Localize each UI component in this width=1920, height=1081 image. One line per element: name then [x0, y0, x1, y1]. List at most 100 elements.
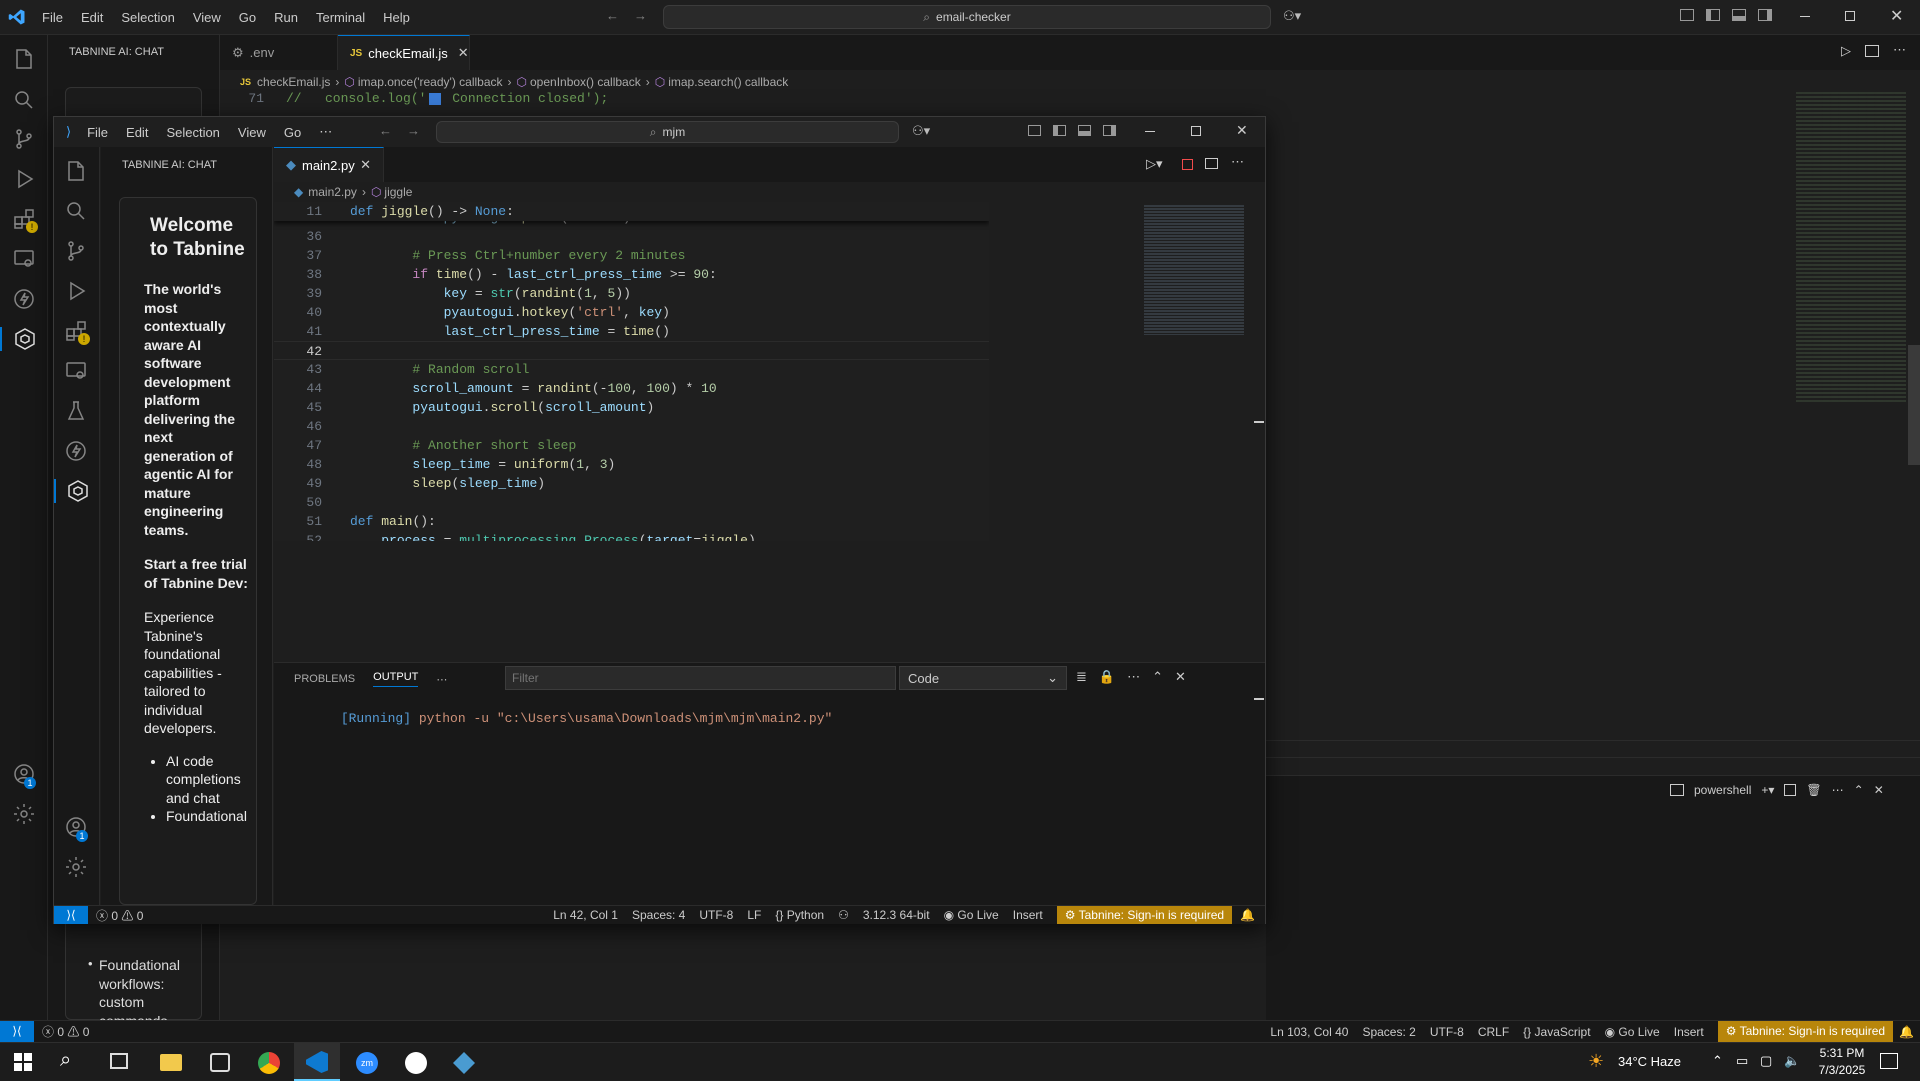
windows-start-icon[interactable]	[14, 1053, 32, 1071]
word-wrap-icon[interactable]: ≣	[1076, 669, 1087, 685]
menu-view[interactable]: View	[193, 10, 221, 25]
sticky-scroll-line[interactable]: 11 def jiggle() -> None:	[274, 202, 989, 221]
command-center-search[interactable]: ⌕ email-checker	[663, 5, 1271, 29]
run-debug-icon[interactable]	[12, 167, 36, 191]
more-panel-tabs-icon[interactable]: ⋯	[436, 673, 447, 686]
testing-flask-icon[interactable]	[64, 399, 88, 423]
restore-icon[interactable]	[1845, 11, 1855, 21]
tab-output[interactable]: OUTPUT	[373, 671, 419, 687]
output-filter-input[interactable]	[505, 666, 896, 690]
remote-indicator-icon[interactable]: ⟩⟨	[54, 906, 88, 924]
problems-indicator[interactable]: ⓧ 0 ⚠ 0	[96, 907, 143, 924]
language-mode[interactable]: {} Python	[775, 908, 824, 922]
go-live[interactable]: ◉ Go Live	[1605, 1025, 1660, 1039]
search-icon[interactable]: ⌕	[60, 1049, 71, 1072]
notification-center-icon[interactable]	[1880, 1053, 1898, 1069]
remote-explorer-icon[interactable]	[64, 359, 88, 383]
menu-selection[interactable]: Selection	[121, 10, 174, 25]
weather-text[interactable]: 34°C Haze	[1618, 1054, 1681, 1069]
breadcrumb-item[interactable]: openInbox() callback	[530, 75, 641, 89]
more-actions-icon[interactable]: ⋯	[1127, 669, 1140, 685]
close-panel-icon[interactable]: ✕	[1175, 669, 1186, 685]
notifications-bell-icon[interactable]: 🔔	[1899, 1025, 1914, 1039]
encoding[interactable]: UTF-8	[1430, 1025, 1464, 1039]
store-icon[interactable]	[210, 1053, 230, 1072]
python-version[interactable]: 3.12.3 64-bit	[863, 908, 930, 922]
menu-go[interactable]: Go	[239, 10, 256, 25]
volume-icon[interactable]: 🔈	[1784, 1053, 1800, 1069]
problems-indicator[interactable]: ⓧ 0 ⚠ 0	[42, 1023, 89, 1040]
close-icon[interactable]: ✕	[1890, 6, 1903, 26]
secondary-sidebar-toggle-icon[interactable]	[1758, 9, 1772, 21]
forward-arrow-icon[interactable]: →	[407, 123, 420, 138]
tab-env[interactable]: ⚙ .env	[220, 35, 338, 70]
app-icon[interactable]	[405, 1052, 427, 1074]
run-file-icon[interactable]: ▷	[1841, 43, 1851, 59]
lightning-icon[interactable]	[64, 439, 88, 463]
language-mode[interactable]: {} JavaScript	[1523, 1025, 1590, 1039]
minimize-icon[interactable]	[1145, 131, 1155, 132]
menu-view[interactable]: View	[238, 125, 266, 140]
close-icon[interactable]: ✕	[1236, 122, 1248, 139]
tray-chevron-icon[interactable]: ⌃	[1712, 1053, 1723, 1069]
menu-terminal[interactable]: Terminal	[316, 10, 365, 25]
search-icon[interactable]	[12, 88, 36, 112]
copilot-status-icon[interactable]: ⚇	[838, 908, 849, 922]
source-control-icon[interactable]	[12, 127, 36, 151]
secondary-sidebar-toggle-icon[interactable]	[1103, 125, 1116, 136]
menu-file[interactable]: File	[42, 10, 63, 25]
split-editor-icon[interactable]	[1205, 158, 1218, 169]
outer-scrollbar-thumb[interactable]	[1908, 345, 1920, 465]
more-actions-icon[interactable]: ⋯	[1893, 42, 1906, 58]
maximize-panel-icon[interactable]: ⌃	[1854, 783, 1864, 797]
breadcrumb-item[interactable]: main2.py	[308, 185, 357, 199]
sidebar-toggle-icon[interactable]	[1053, 125, 1066, 136]
tabnine-status[interactable]: ⚙ Tabnine: Sign-in is required	[1056, 906, 1233, 924]
notifications-bell-icon[interactable]: 🔔	[1240, 908, 1255, 922]
forward-arrow-icon[interactable]: →	[634, 8, 647, 23]
zoom-icon[interactable]: zm	[356, 1052, 378, 1074]
chrome-icon[interactable]	[258, 1052, 280, 1074]
menu-go[interactable]: Go	[284, 125, 301, 140]
run-debug-icon[interactable]	[64, 279, 88, 303]
panel-toggle-icon[interactable]	[1078, 125, 1091, 136]
indentation[interactable]: Spaces: 2	[1362, 1025, 1415, 1039]
menu-edit[interactable]: Edit	[81, 10, 103, 25]
go-live[interactable]: ◉ Go Live	[944, 908, 999, 922]
layout-toggle-icon[interactable]	[1680, 9, 1694, 21]
maximize-icon[interactable]	[1191, 126, 1201, 136]
lock-scroll-icon[interactable]: 🔒	[1099, 669, 1115, 685]
split-editor-icon[interactable]	[1865, 45, 1879, 57]
encoding[interactable]: UTF-8	[699, 908, 733, 922]
source-control-icon[interactable]	[64, 239, 88, 263]
new-terminal-icon[interactable]: +▾	[1761, 783, 1774, 797]
stop-icon[interactable]	[1182, 159, 1193, 170]
search-icon[interactable]	[64, 199, 88, 223]
more-actions-icon[interactable]: ⋯	[1832, 783, 1844, 797]
breadcrumb-item[interactable]: imap.once('ready') callback	[358, 75, 503, 89]
tab-main2[interactable]: ◆ main2.py ✕	[274, 147, 384, 182]
explorer-icon[interactable]	[12, 47, 36, 71]
breadcrumb-item[interactable]: imap.search() callback	[668, 75, 788, 89]
settings-gear-icon[interactable]	[12, 802, 36, 826]
more-actions-icon[interactable]: ⋯	[1231, 154, 1244, 170]
layout-toggle-icon[interactable]	[1028, 125, 1041, 136]
menu-edit[interactable]: Edit	[126, 125, 148, 140]
insert-mode[interactable]: Insert	[1013, 908, 1043, 922]
line-ending[interactable]: CRLF	[1478, 1025, 1509, 1039]
tabnine-icon[interactable]	[54, 479, 100, 503]
split-terminal-icon[interactable]	[1784, 784, 1797, 796]
minimize-icon[interactable]	[1800, 16, 1810, 17]
maximize-panel-icon[interactable]: ⌃	[1152, 669, 1163, 685]
file-explorer-icon[interactable]	[160, 1054, 182, 1071]
line-ending[interactable]: LF	[747, 908, 761, 922]
run-python-icon[interactable]: ▷▾	[1146, 156, 1163, 172]
clock-time[interactable]: 5:31 PM	[1812, 1046, 1872, 1060]
task-view-icon[interactable]	[110, 1053, 128, 1069]
back-arrow-icon[interactable]: ←	[606, 8, 619, 23]
code-editor[interactable]: 11def jiggle() -> None: 35 pyautogui.pre…	[274, 202, 989, 541]
menu-run[interactable]: Run	[274, 10, 298, 25]
settings-gear-icon[interactable]	[64, 855, 88, 879]
menu-help[interactable]: Help	[383, 10, 410, 25]
network-icon[interactable]: ▭	[1736, 1053, 1748, 1069]
